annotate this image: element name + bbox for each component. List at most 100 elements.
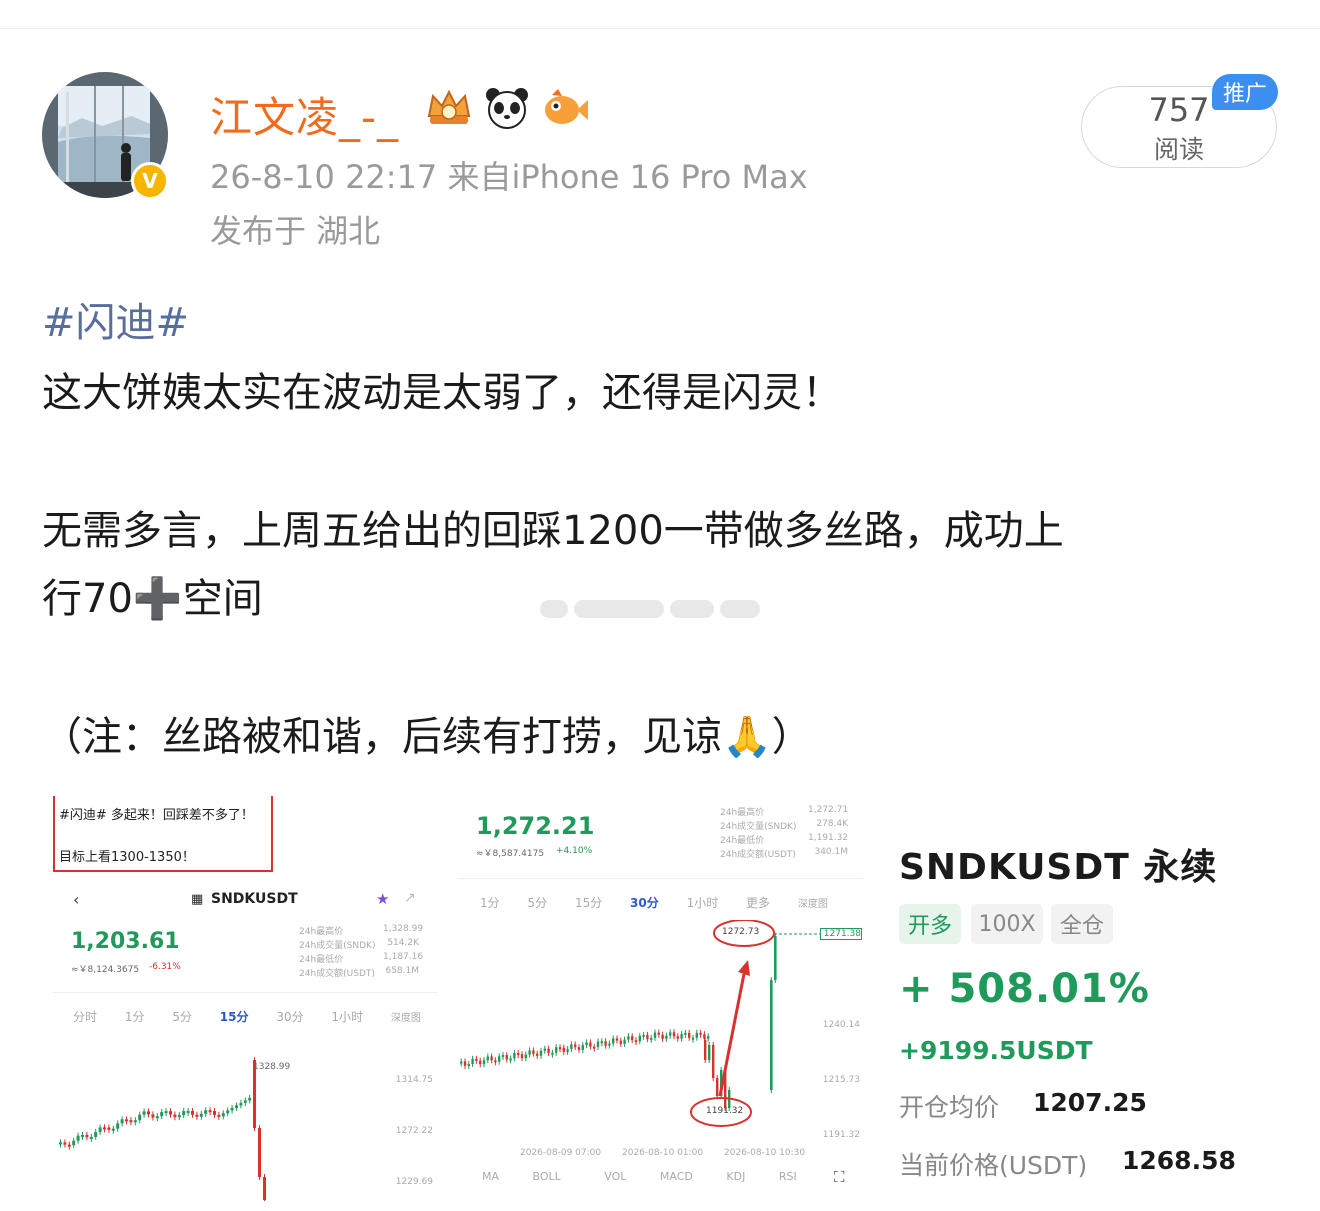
stat-label-3: 24h最低价 xyxy=(720,836,765,846)
symbol-title: SNDKUSDT xyxy=(211,891,298,907)
stat-value-1: 1,272.71 xyxy=(808,805,849,815)
fullscreen-icon[interactable]: ⛶ xyxy=(834,1168,845,1186)
tab-interval[interactable]: 1分 xyxy=(125,1010,145,1024)
candle-body xyxy=(217,1114,221,1117)
candle-body xyxy=(716,1078,719,1096)
candle-body xyxy=(638,1035,641,1042)
candle-body xyxy=(226,1110,230,1114)
tab-indicator[interactable]: VOL xyxy=(604,1170,626,1183)
chip-leverage: 100X xyxy=(971,904,1043,944)
tab-interval[interactable]: 1小时 xyxy=(687,896,719,910)
chip-margin: 全仓 xyxy=(1051,904,1113,944)
back-icon[interactable]: ‹ xyxy=(73,890,79,909)
hashtag-link[interactable]: #闪迪# xyxy=(42,290,189,348)
candle-body xyxy=(699,1032,702,1035)
post-image-2[interactable]: 1,272.21 ≈￥8,587.4175 +4.10% 24h最高价 24h成… xyxy=(458,796,863,1201)
candle-body xyxy=(612,1038,615,1044)
candle-body xyxy=(221,1113,225,1117)
price-change: -6.31% xyxy=(149,962,181,972)
chip-long: 开多 xyxy=(899,904,961,944)
candle-body xyxy=(486,1056,489,1061)
candle-body xyxy=(173,1114,177,1118)
tab-interval-active[interactable]: 15分 xyxy=(220,1010,249,1024)
candle-body xyxy=(199,1113,203,1117)
candlestick-chart-2 xyxy=(460,920,820,1127)
username[interactable]: 江文凌_-_ xyxy=(210,84,399,145)
pnl-percent: + 508.01% xyxy=(899,966,1150,1012)
tab-interval[interactable]: 5分 xyxy=(527,896,547,910)
candle-body xyxy=(498,1056,501,1062)
post-image-3[interactable]: SNDKUSDT 永续 开多 100X 全仓 + 508.01% +9199.5… xyxy=(885,796,1275,1201)
tab-depth[interactable]: 深度图 xyxy=(798,899,828,910)
y-label: 1215.73 xyxy=(822,1075,860,1085)
watermark xyxy=(540,600,784,624)
user-badges xyxy=(424,86,590,130)
tab-indicator[interactable]: BOLL xyxy=(533,1170,561,1183)
candle-body xyxy=(191,1111,194,1115)
candle-body xyxy=(680,1034,683,1039)
candle-body xyxy=(581,1045,584,1050)
tab-interval[interactable]: 1分 xyxy=(480,896,500,910)
tab-indicator[interactable]: MA xyxy=(482,1170,499,1183)
candle-body xyxy=(688,1032,691,1038)
tab-interval[interactable]: 分时 xyxy=(73,1010,97,1024)
indicator-tabs[interactable]: MA BOLL VOL MACD KDJ RSI xyxy=(482,1170,797,1183)
candle-body xyxy=(120,1119,124,1124)
candle-body xyxy=(623,1039,626,1044)
candle-body xyxy=(151,1114,155,1118)
candle-body xyxy=(147,1111,150,1115)
candle-body xyxy=(155,1116,159,1119)
candle-body xyxy=(547,1048,550,1054)
candle-body xyxy=(669,1032,672,1036)
candle-body xyxy=(107,1127,111,1130)
tab-more[interactable]: 更多 xyxy=(746,896,770,910)
tab-interval[interactable]: 5分 xyxy=(172,1010,192,1024)
stat-value-3: 1,191.32 xyxy=(808,833,849,843)
candle-body xyxy=(574,1044,577,1048)
promo-badge[interactable]: 推广 xyxy=(1212,74,1278,110)
last-price-label: 1271.38 xyxy=(820,928,862,940)
candle-body xyxy=(627,1036,630,1040)
candle-body xyxy=(263,1177,266,1200)
interval-tabs[interactable]: 分时 1分 5分 15分 30分 1小时 深度图 xyxy=(73,1008,421,1025)
tab-interval[interactable]: 15分 xyxy=(575,896,602,910)
tab-interval[interactable]: 30分 xyxy=(276,1010,303,1024)
candle-body xyxy=(608,1043,611,1046)
y-label: 1240.14 xyxy=(822,1020,860,1030)
candle-body xyxy=(494,1060,497,1063)
candle-body xyxy=(258,1128,261,1177)
post-image-1[interactable]: #闪迪# 多起来！回踩差不多了！ 目标上看1300-1350！ ‹ ▦ SNDK… xyxy=(53,796,438,1201)
interval-tabs[interactable]: 1分 5分 15分 30分 1小时 更多 深度图 xyxy=(480,894,828,911)
pnl-amount: +9199.5USDT xyxy=(899,1036,1093,1065)
y-label: 1191.32 xyxy=(822,1130,860,1140)
candle-body xyxy=(59,1142,62,1145)
tab-depth[interactable]: 深度图 xyxy=(391,1013,421,1024)
tab-interval[interactable]: 1小时 xyxy=(331,1010,363,1024)
candle-body xyxy=(712,1045,715,1078)
stat-value-2: 278.4K xyxy=(816,819,848,829)
tab-indicator[interactable]: KDJ xyxy=(726,1170,745,1183)
fish-badge-icon xyxy=(540,86,590,130)
share-icon[interactable]: ↗ xyxy=(404,890,416,906)
candle-body xyxy=(577,1047,581,1050)
candle-body xyxy=(665,1035,668,1039)
star-icon[interactable]: ★ xyxy=(376,890,389,908)
candle-body xyxy=(243,1100,247,1103)
candle-body xyxy=(539,1050,543,1056)
candle-body xyxy=(631,1036,634,1041)
candle-body xyxy=(619,1040,622,1044)
stat-value-1: 1,328.99 xyxy=(383,924,424,934)
tab-indicator[interactable]: MACD xyxy=(660,1170,693,1183)
stat-value-4: 658.1M xyxy=(385,966,419,976)
stat-value-2: 514.2K xyxy=(387,938,419,948)
y-label: 1229.69 xyxy=(395,1177,433,1187)
candle-body xyxy=(67,1144,71,1147)
crown-badge-icon xyxy=(424,86,474,130)
tab-interval-active[interactable]: 30分 xyxy=(630,896,659,910)
y-label: 1272.22 xyxy=(395,1126,433,1136)
high-label: 1272.73 xyxy=(722,927,760,937)
price-cny: ≈￥8,124.3675 xyxy=(71,965,140,975)
candle-body xyxy=(230,1107,234,1111)
tab-indicator[interactable]: RSI xyxy=(779,1170,797,1183)
candle-body xyxy=(475,1058,478,1061)
